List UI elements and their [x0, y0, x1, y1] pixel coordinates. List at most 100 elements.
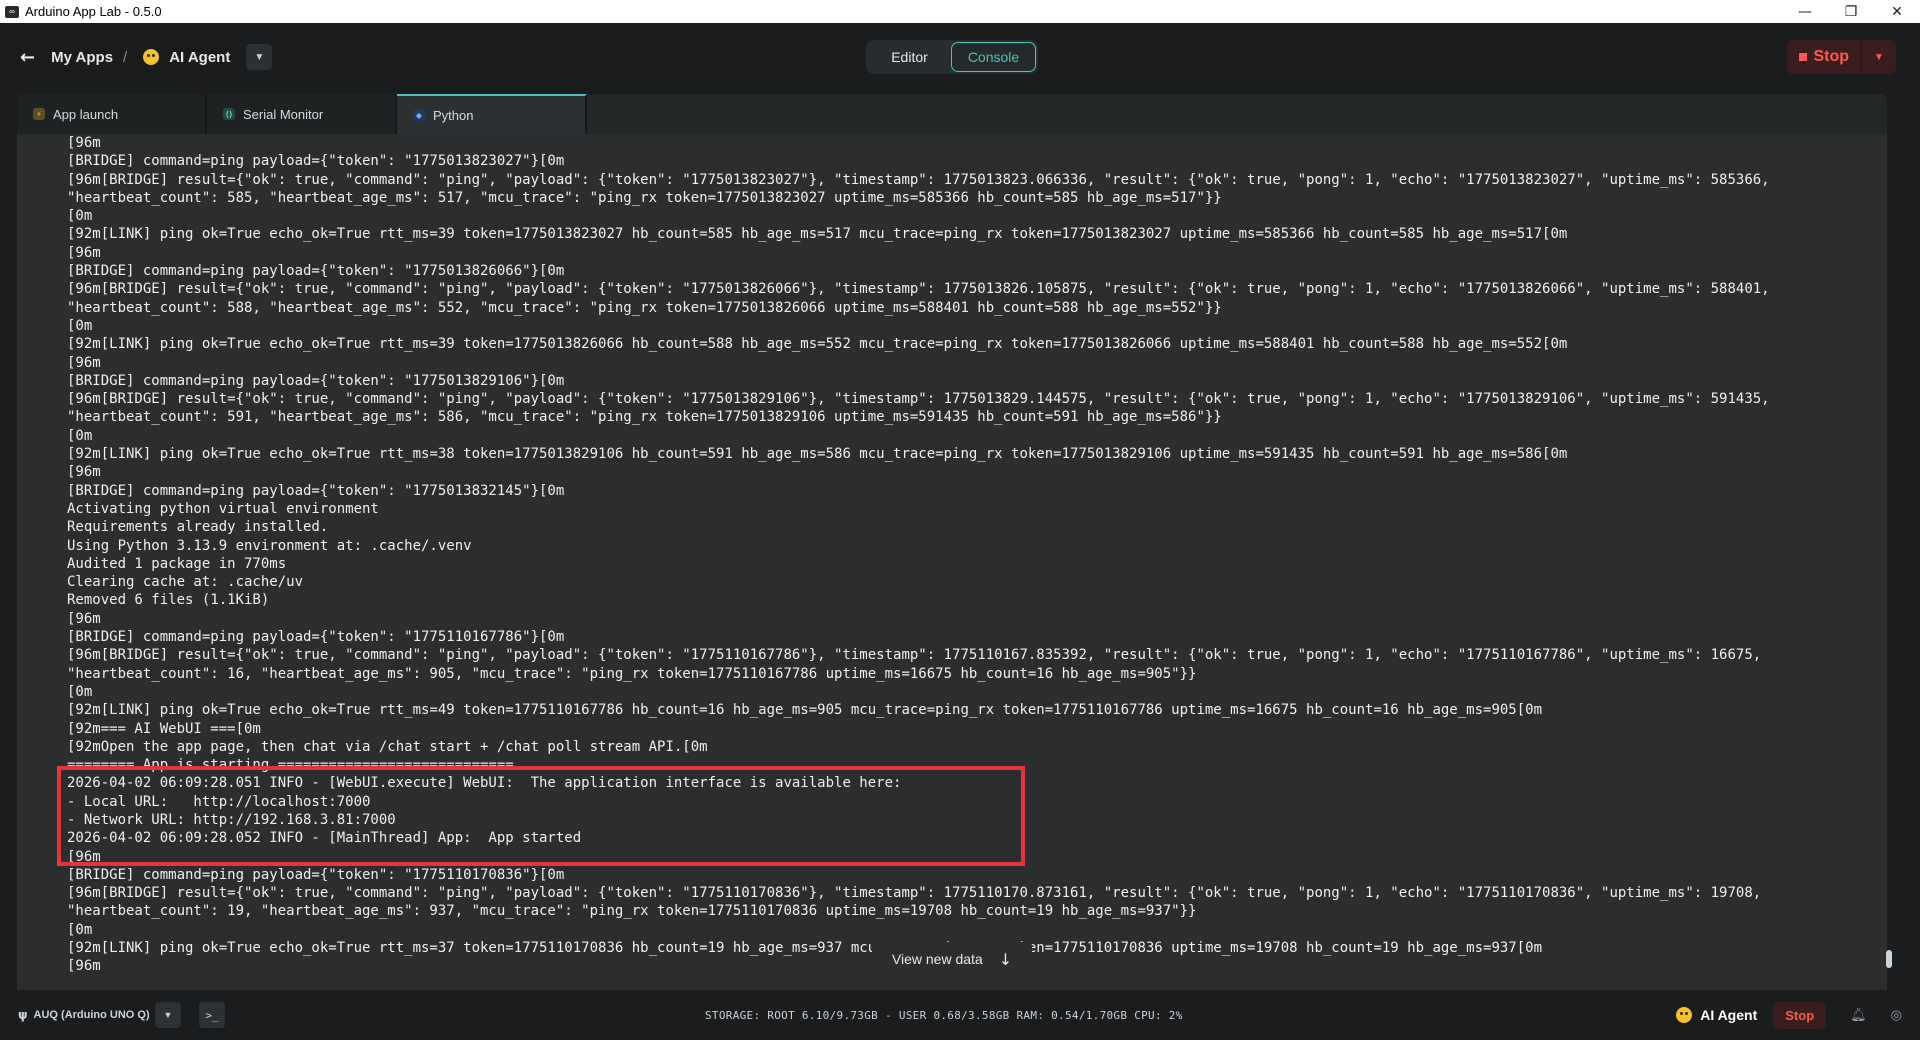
console-log-line: [96m[BRIDGE] result={"ok": true, "comman… [67, 281, 1770, 298]
console-log-line: [92m[LINK] ping ok=True echo_ok=True rtt… [67, 226, 1568, 243]
arrow-down-icon: ↓ [998, 949, 1013, 969]
console-log-line: [92m[LINK] ping ok=True echo_ok=True rtt… [67, 336, 1568, 353]
console-log-line: "heartbeat_count": 16, "heartbeat_age_ms… [67, 665, 1197, 682]
tab-label: App launch [53, 106, 119, 122]
agent-emoji-icon [1676, 1007, 1693, 1023]
globe-icon[interactable]: ◎ [1891, 1008, 1902, 1023]
console-log-line: [96m [67, 135, 101, 151]
console-tabs: ⚡ App launch ⟨⟩ Serial Monitor ◆ Python [17, 94, 587, 134]
console-log-line: Requirements already installed. [67, 519, 329, 536]
running-app-indicator: AI Agent [1670, 1007, 1757, 1023]
editor-mode-button[interactable]: Editor [868, 42, 951, 72]
app-header: ← My Apps / AI Agent ▼ Editor Console St… [0, 23, 1920, 91]
console-log-line: "heartbeat_count": 19, "heartbeat_age_ms… [67, 903, 1197, 920]
close-icon[interactable]: ✕ [1874, 0, 1920, 23]
console-log-line: [BRIDGE] command=ping payload={"token": … [67, 482, 565, 499]
console-log-line: [BRIDGE] command=ping payload={"token": … [67, 629, 565, 646]
agent-emoji-icon [143, 49, 160, 65]
running-app-name: AI Agent [1700, 1007, 1758, 1023]
console-output[interactable]: [96m [BRIDGE] command=ping payload={"toke… [17, 134, 1887, 990]
console-log-line: [96m[BRIDGE] result={"ok": true, "comman… [67, 885, 1762, 902]
console-log-line: [0m [67, 921, 93, 938]
window-title: Arduino App Lab - 0.5.0 [25, 4, 162, 19]
window-controls: — ❐ ✕ [1782, 0, 1920, 23]
back-arrow-icon[interactable]: ← [20, 47, 35, 68]
system-stats: STORAGE: ROOT 6.10/9.73GB - USER 0.68/3.… [705, 1008, 1183, 1022]
console-log-line: Audited 1 package in 770ms [67, 555, 287, 572]
console-log-line: [92m[LINK] ping ok=True echo_ok=True rtt… [67, 702, 1543, 719]
console-log-line: [96m [67, 464, 101, 481]
console-log-line: [92mOpen the app page, then chat via /ch… [67, 738, 708, 755]
breadcrumb: ← My Apps / AI Agent ▼ [20, 23, 273, 91]
console-log-line: [96m [67, 354, 101, 371]
chevron-down-icon: ▼ [254, 51, 265, 63]
console-log-line: [96m [67, 610, 101, 627]
console-log-line: "heartbeat_count": 591, "heartbeat_age_m… [67, 409, 1222, 426]
console-log-line: [92m[LINK] ping ok=True echo_ok=True rtt… [67, 446, 1568, 463]
statusbar-stop-button[interactable]: Stop [1773, 1001, 1827, 1029]
chevron-down-icon: ▼ [163, 1010, 173, 1020]
console-log-line: [96m[BRIDGE] result={"ok": true, "comman… [67, 171, 1770, 188]
console-log-line: [BRIDGE] command=ping payload={"token": … [67, 153, 565, 170]
usb-icon: ψ [18, 1008, 28, 1022]
breadcrumb-app-name: AI Agent [169, 48, 231, 66]
console-log-line: "heartbeat_count": 588, "heartbeat_age_m… [67, 299, 1222, 316]
tab-label: Python [433, 107, 474, 123]
bell-icon[interactable]: 🔔︎ [1850, 1008, 1867, 1023]
console-log-line: 2026-04-02 06:09:28.051 INFO - [WebUI.ex… [67, 775, 902, 792]
view-new-data-button[interactable]: View new data ↓ [872, 942, 1032, 976]
console-log-line: - Local URL: http://localhost:7000 [67, 793, 371, 810]
breadcrumb-my-apps[interactable]: My Apps [51, 49, 113, 66]
app-menu-dropdown-button[interactable]: ▼ [246, 44, 273, 70]
console-log-line: [BRIDGE] command=ping payload={"token": … [67, 263, 565, 280]
board-dropdown-button[interactable]: ▼ [155, 1002, 181, 1028]
stop-options-dropdown[interactable]: ▼ [1861, 40, 1896, 74]
console-log-line: [96m[BRIDGE] result={"ok": true, "comman… [67, 391, 1770, 408]
status-bar: ψ AUQ (Arduino UNO Q) ▼ >_ STORAGE: ROOT… [0, 990, 1920, 1040]
console-log-line: 2026-04-02 06:09:28.052 INFO - [MainThre… [67, 830, 582, 847]
maximize-icon[interactable]: ❐ [1828, 0, 1874, 23]
tab-app-launch[interactable]: ⚡ App launch [17, 94, 207, 134]
console-log-line: [BRIDGE] command=ping payload={"token": … [67, 866, 565, 883]
tab-serial-monitor[interactable]: ⟨⟩ Serial Monitor [207, 94, 397, 134]
console-log-line: [96m [67, 244, 101, 261]
console-log-line: [BRIDGE] command=ping payload={"token": … [67, 372, 565, 389]
view-mode-switch: Editor Console [866, 40, 1038, 74]
console-log-line: [0m [67, 427, 93, 444]
board-selector[interactable]: ψ AUQ (Arduino UNO Q) [18, 1008, 150, 1022]
minimize-icon[interactable]: — [1782, 0, 1828, 23]
console-mode-button[interactable]: Console [951, 42, 1036, 72]
console-log-line: "heartbeat_count": 585, "heartbeat_age_m… [67, 189, 1222, 206]
console-panel: ⚡ App launch ⟨⟩ Serial Monitor ◆ Python … [17, 94, 1887, 990]
stop-app-group: Stop ▼ [1787, 40, 1896, 74]
console-log-line: [0m [67, 317, 93, 334]
view-new-data-label: View new data [891, 951, 983, 967]
console-log-line: Clearing cache at: .cache/uv [67, 574, 304, 591]
console-log-line: Using Python 3.13.9 environment at: .cac… [67, 537, 472, 554]
rocket-icon: ⚡ [33, 108, 45, 120]
tab-label: Serial Monitor [243, 106, 324, 122]
console-log-line: Activating python virtual environment [67, 500, 379, 517]
stop-button-label: Stop [1813, 48, 1849, 65]
console-log-line: ======== App is starting ===============… [67, 757, 514, 774]
stop-button[interactable]: Stop [1787, 40, 1861, 74]
terminal-button[interactable]: >_ [199, 1002, 225, 1028]
stop-square-icon [1799, 53, 1808, 61]
console-log-line: - Network URL: http://192.168.3.81:7000 [67, 811, 396, 828]
serial-icon: ⟨⟩ [223, 108, 235, 120]
breadcrumb-separator: / [123, 48, 128, 66]
console-log-line: [92m=== AI WebUI ===[0m [67, 720, 261, 737]
window-titlebar: ∞ Arduino App Lab - 0.5.0 — ❐ ✕ [0, 0, 1920, 23]
board-name: AUQ (Arduino UNO Q) [33, 1009, 150, 1021]
python-icon: ◆ [413, 109, 425, 121]
console-log-line: Removed 6 files (1.1KiB) [67, 592, 270, 609]
app-logo-icon: ∞ [5, 5, 19, 18]
tab-python[interactable]: ◆ Python [397, 94, 587, 134]
console-log-line: [0m [67, 208, 93, 225]
console-scrollbar-thumb[interactable] [1886, 950, 1892, 968]
console-log-line: [96m[BRIDGE] result={"ok": true, "comman… [67, 647, 1762, 664]
statusbar-right: AI Agent Stop 🔔︎ ◎ [1670, 1001, 1902, 1029]
console-log-line: [0m [67, 683, 93, 700]
chevron-down-icon: ▼ [1874, 51, 1884, 63]
console-log-line: [96m [67, 848, 101, 865]
